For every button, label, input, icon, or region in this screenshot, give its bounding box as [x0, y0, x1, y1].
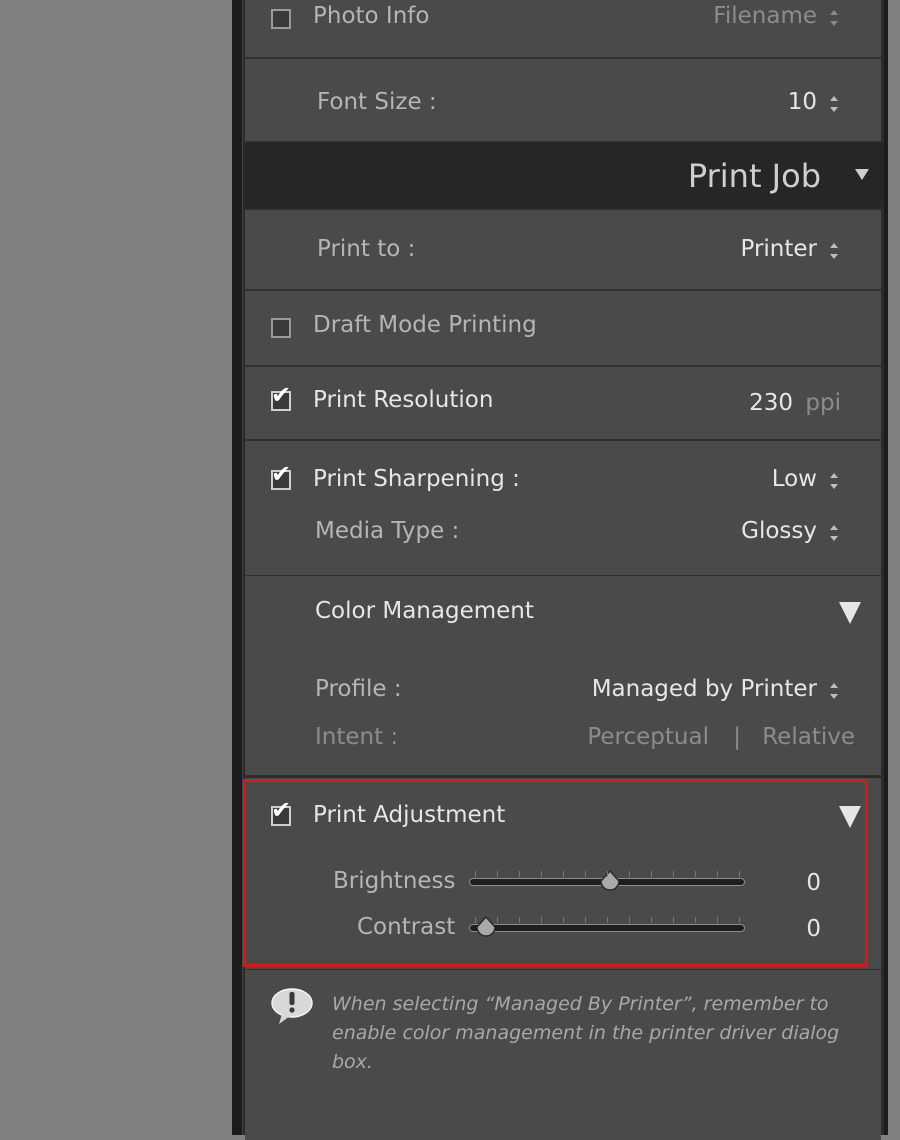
photo-info-label: Photo Info [313, 3, 430, 29]
draft-mode-checkbox[interactable] [271, 318, 291, 338]
print-to-stepper[interactable] [829, 243, 839, 259]
media-type-label: Media Type : [315, 518, 460, 544]
slider-tick [673, 871, 674, 877]
slider-tick [673, 917, 674, 923]
brightness-value: 0 [806, 870, 821, 896]
contrast-slider-thumb[interactable] [475, 916, 497, 938]
right-edge [884, 0, 900, 1135]
print-sharpening-stepper[interactable] [829, 473, 839, 489]
print-adjustment-title: Print Adjustment [313, 802, 506, 828]
color-management-title: Color Management [315, 598, 534, 624]
contrast-slider[interactable] [469, 924, 745, 932]
print-sharpening-value[interactable]: Low [772, 466, 817, 492]
slider-tick [607, 917, 608, 923]
font-size-section: Font Size : 10 [245, 58, 881, 142]
contrast-value: 0 [806, 916, 821, 942]
slider-tick [519, 917, 520, 923]
slider-tick [739, 871, 740, 877]
print-sharpening-label: Print Sharpening : [313, 466, 520, 492]
slider-tick [629, 871, 630, 877]
slider-tick [695, 871, 696, 877]
photo-info-stepper[interactable] [829, 10, 839, 26]
print-to-value[interactable]: Printer [740, 236, 817, 262]
slider-tick [717, 917, 718, 923]
left-divider [232, 0, 242, 1135]
photo-info-checkbox[interactable] [271, 9, 291, 29]
media-type-value[interactable]: Glossy [741, 518, 817, 544]
font-size-value[interactable]: 10 [788, 89, 817, 115]
print-to-label: Print to : [317, 236, 416, 262]
checkmark-icon: ✔ [271, 796, 292, 824]
slider-tick [585, 871, 586, 877]
intent-relative[interactable]: Relative [762, 724, 855, 750]
font-size-label: Font Size : [317, 89, 437, 115]
slider-tick [541, 871, 542, 877]
exclamation-bubble-icon [271, 988, 313, 1024]
brightness-label: Brightness [333, 868, 456, 894]
media-type-stepper[interactable] [829, 525, 839, 541]
print-resolution-section: ✔ Print Resolution 230 ppi [245, 366, 881, 440]
brightness-slider-thumb[interactable] [599, 870, 621, 892]
color-management-body: Profile : Managed by Printer Intent : Pe… [245, 648, 881, 776]
expand-triangle-icon[interactable] [839, 602, 861, 624]
intent-label: Intent : [315, 724, 399, 750]
color-management-header[interactable]: Color Management [245, 575, 881, 649]
slider-tick [739, 917, 740, 923]
print-resolution-label: Print Resolution [313, 387, 494, 413]
photo-info-section: Photo Info Filename [245, 0, 881, 58]
slider-tick [497, 871, 498, 877]
slider-tick [651, 917, 652, 923]
slider-tick [563, 871, 564, 877]
slider-tick [695, 917, 696, 923]
expand-triangle-icon[interactable] [839, 806, 861, 828]
draft-mode-section: Draft Mode Printing [245, 290, 881, 366]
font-size-stepper[interactable] [829, 96, 839, 112]
intent-separator: | [733, 724, 741, 750]
print-resolution-value[interactable]: 230 [749, 390, 793, 416]
slider-tick [651, 871, 652, 877]
print-to-section: Print to : Printer [245, 209, 881, 290]
slider-tick [497, 917, 498, 923]
intent-perceptual[interactable]: Perceptual [587, 724, 709, 750]
slider-tick [475, 917, 476, 923]
print-job-title: Print Job [687, 157, 821, 195]
slider-tick [629, 917, 630, 923]
print-resolution-checkbox[interactable]: ✔ [271, 383, 291, 411]
draft-mode-label: Draft Mode Printing [313, 312, 537, 338]
slider-tick [475, 871, 476, 877]
collapse-triangle-icon[interactable] [855, 169, 869, 180]
checkmark-icon: ✔ [271, 381, 292, 409]
print-sharpening-section: ✔ Print Sharpening : Low Media Type : Gl… [245, 440, 881, 576]
checkmark-icon: ✔ [271, 460, 292, 488]
print-adjustment-checkbox[interactable]: ✔ [271, 798, 291, 826]
slider-tick [585, 917, 586, 923]
note-text: When selecting “Managed By Printer”, rem… [332, 993, 840, 1073]
print-sharpening-checkbox[interactable]: ✔ [271, 462, 291, 490]
slider-tick [607, 871, 608, 877]
photo-info-value[interactable]: Filename [713, 3, 817, 29]
contrast-label: Contrast [357, 914, 456, 940]
profile-stepper[interactable] [829, 683, 839, 699]
print-job-header[interactable]: Print Job [243, 143, 885, 207]
slider-tick [563, 917, 564, 923]
slider-tick [541, 917, 542, 923]
print-resolution-unit: ppi [805, 390, 841, 416]
right-panel: Photo Info Filename Font Size : 10 Print… [242, 0, 885, 1140]
print-adjustment-section: ✔ Print Adjustment Brightness 0 Contrast… [245, 778, 881, 970]
slider-tick [519, 871, 520, 877]
profile-label: Profile : [315, 676, 402, 702]
slider-tick [717, 871, 718, 877]
profile-value[interactable]: Managed by Printer [592, 676, 817, 702]
